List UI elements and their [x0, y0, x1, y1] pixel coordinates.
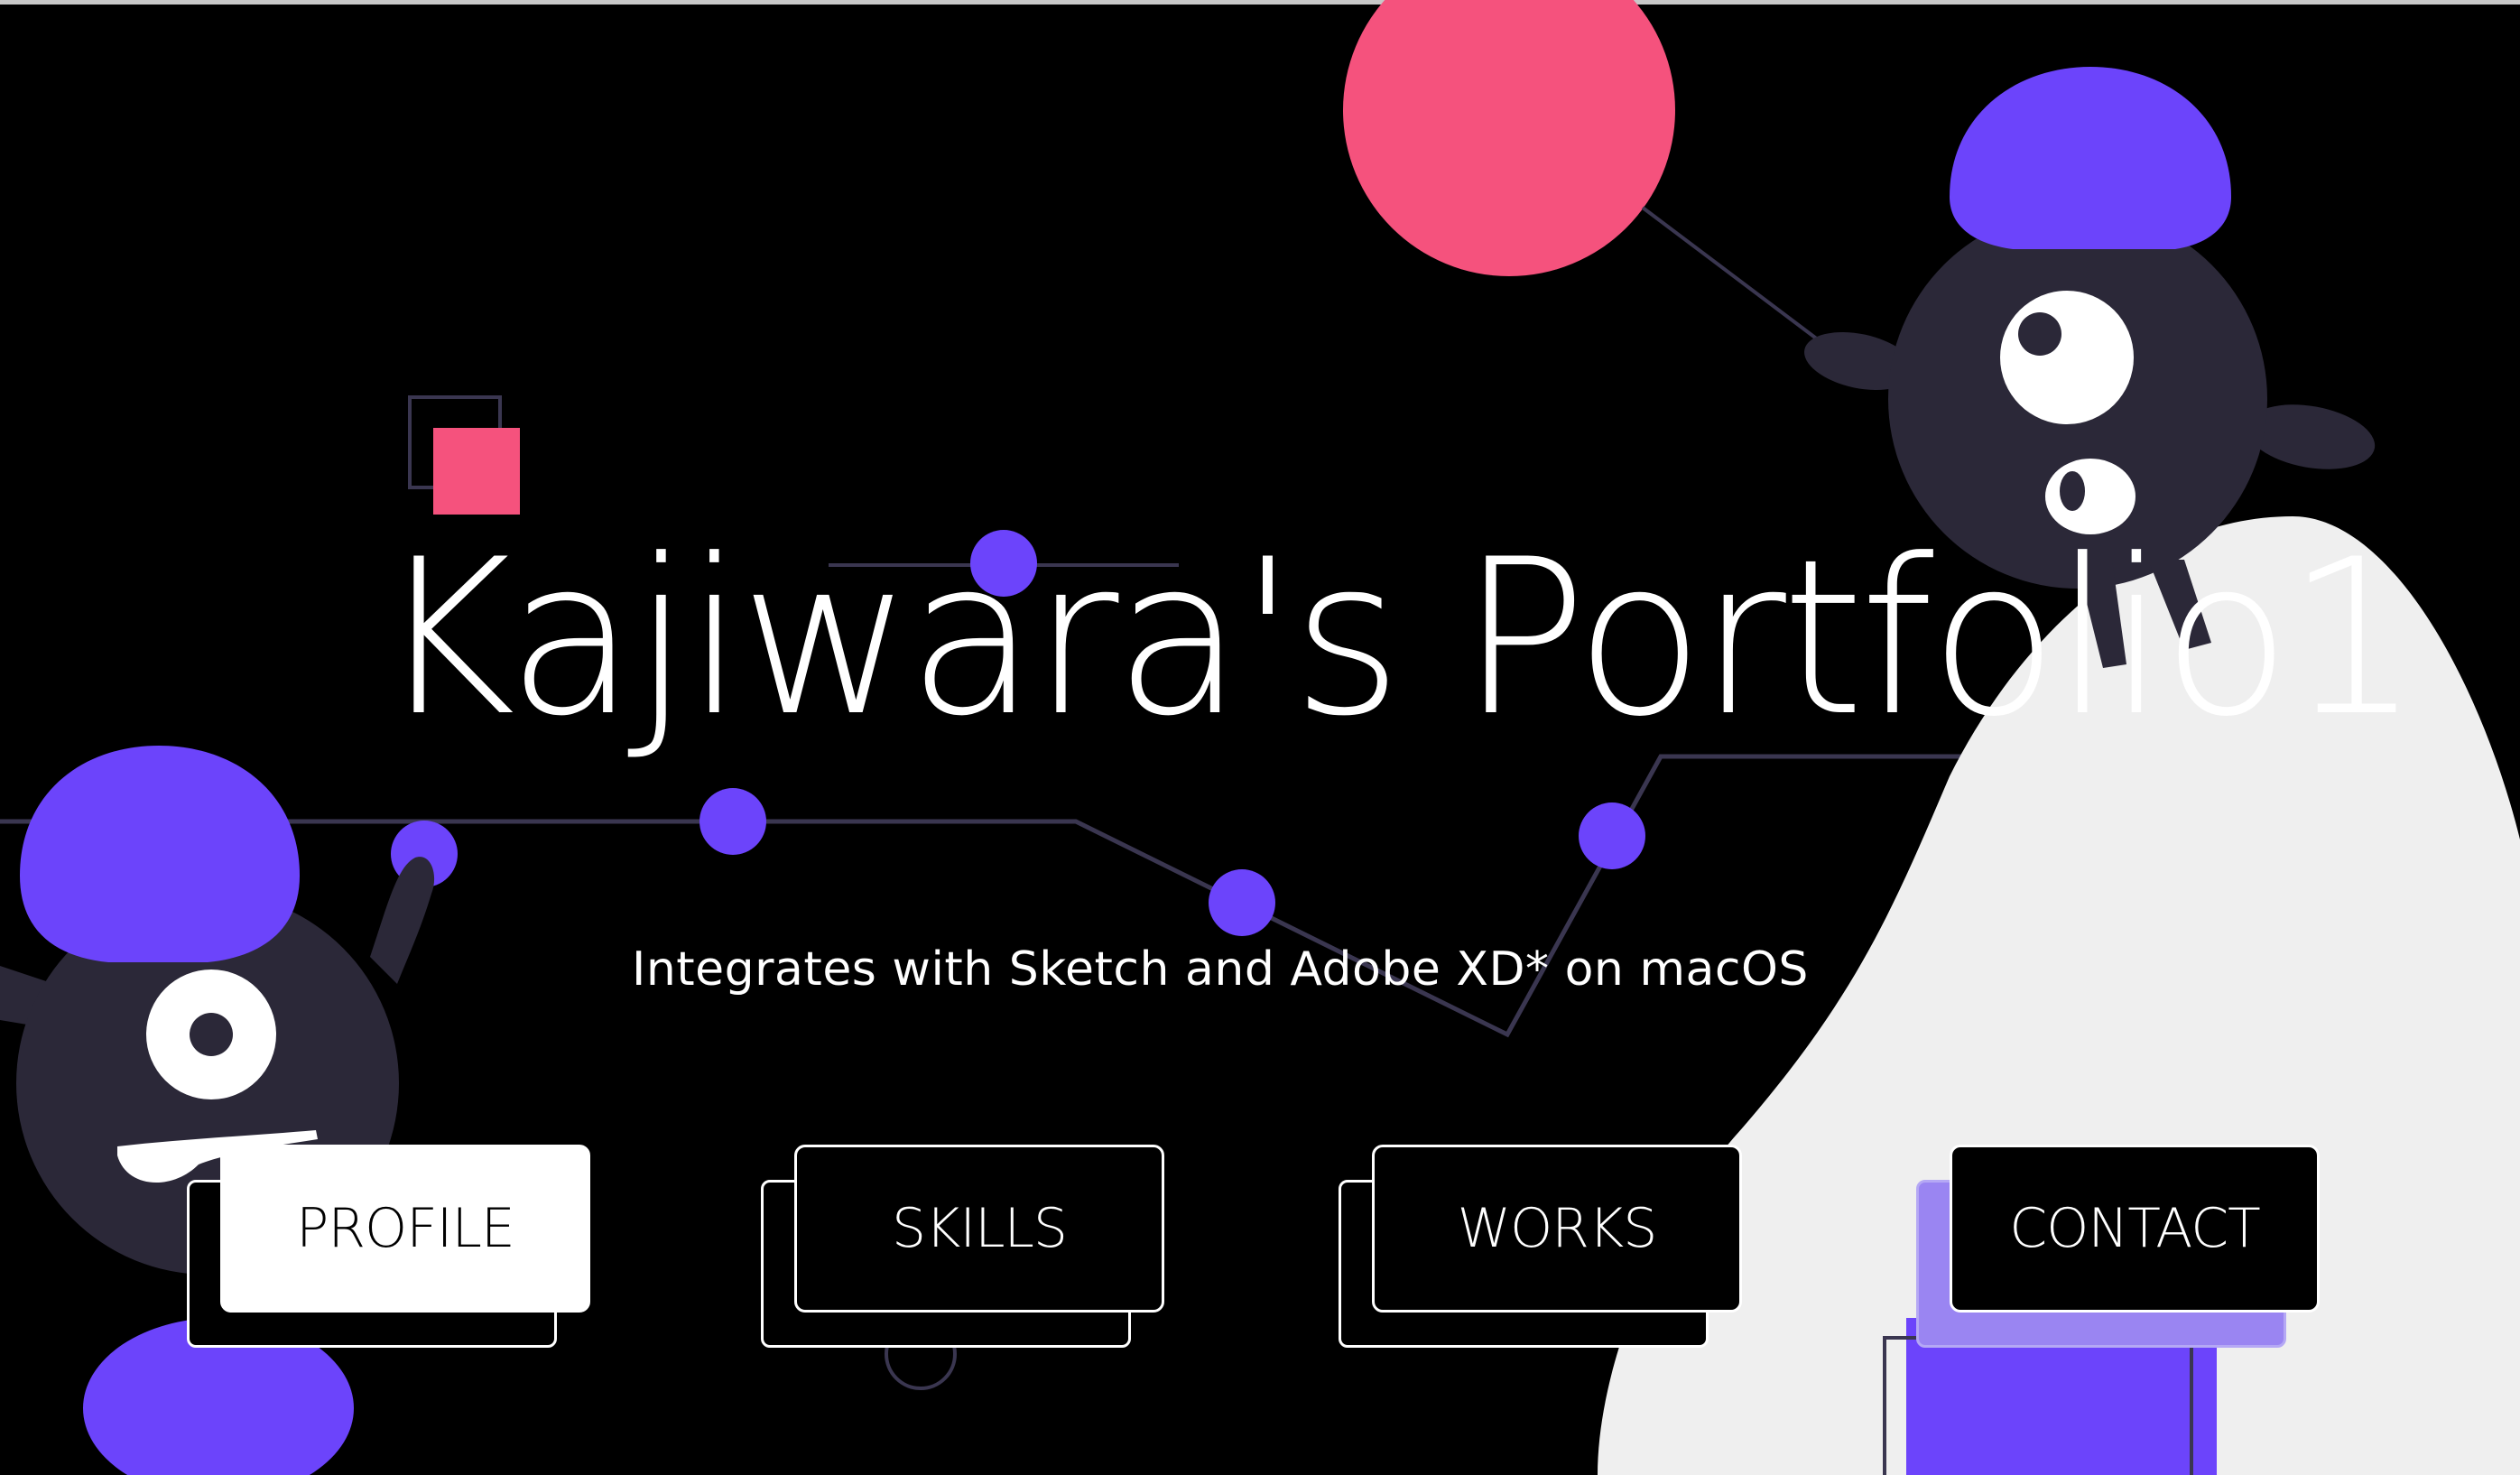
- profile-button-label: PROFILE: [296, 1197, 515, 1260]
- profile-button[interactable]: PROFILE: [187, 1145, 590, 1348]
- network-dot: [1579, 802, 1645, 869]
- skills-button[interactable]: SKILLS: [761, 1145, 1164, 1348]
- right-monster-hat: [1950, 67, 2231, 249]
- works-button-label: WORKS: [1457, 1197, 1658, 1260]
- right-monster-pupil: [2018, 312, 2061, 356]
- left-monster: [0, 746, 435, 1475]
- pink-square: [433, 428, 520, 515]
- network-dot: [699, 788, 766, 855]
- pink-sphere: [1343, 0, 1675, 276]
- contact-button[interactable]: CONTACT: [1916, 1145, 2320, 1348]
- skills-button-label: SKILLS: [891, 1197, 1068, 1260]
- sphere-string-line: [1641, 206, 1839, 356]
- left-monster-pupil: [190, 1013, 233, 1056]
- contact-button-label: CONTACT: [2009, 1197, 2261, 1260]
- works-button[interactable]: WORKS: [1339, 1145, 1742, 1348]
- page-title: Kajiwara's Portfolio1: [377, 514, 2421, 764]
- right-monster-eye: [2000, 291, 2134, 424]
- right-monster-mouth-inner: [2060, 471, 2085, 511]
- left-monster-arm: [370, 857, 435, 984]
- left-monster-hat: [20, 746, 300, 962]
- page-subtitle: Integrates with Sketch and Adobe XD* on …: [632, 942, 1809, 997]
- network-dot: [1209, 869, 1275, 936]
